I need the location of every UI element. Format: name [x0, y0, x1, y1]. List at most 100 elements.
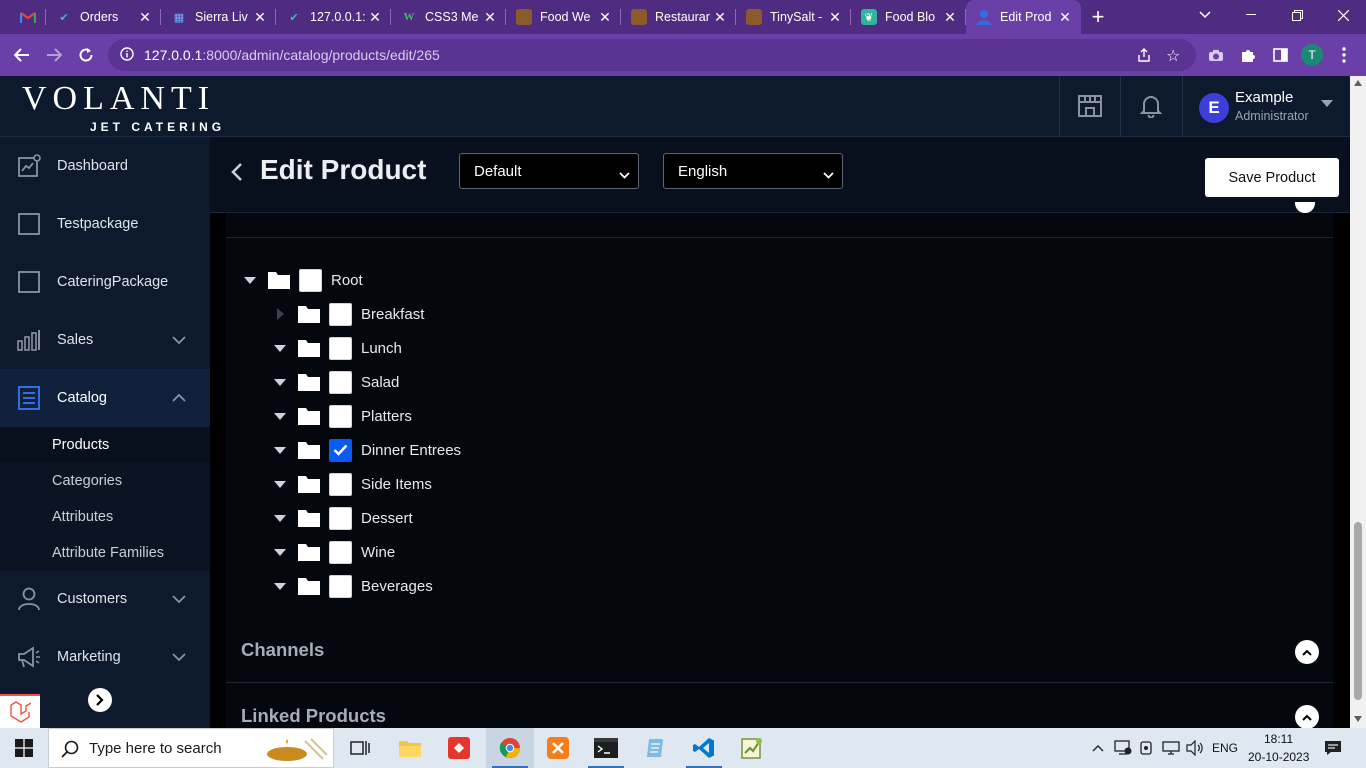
- close-tab-icon[interactable]: ✕: [252, 9, 268, 26]
- save-product-button[interactable]: Save Product: [1205, 158, 1339, 197]
- category-checkbox[interactable]: [329, 574, 352, 598]
- close-tab-icon[interactable]: ✕: [597, 9, 613, 26]
- caret-down-icon[interactable]: [270, 576, 290, 596]
- caret-down-icon[interactable]: [270, 508, 290, 528]
- terminal-icon[interactable]: [582, 728, 630, 768]
- extensions-puzzle-icon[interactable]: [1236, 43, 1260, 67]
- close-tab-icon[interactable]: ✕: [482, 9, 498, 26]
- category-checkbox[interactable]: [299, 268, 322, 292]
- sidebar-item-sales[interactable]: Sales: [0, 311, 210, 369]
- file-explorer-icon[interactable]: [386, 728, 434, 768]
- brand-logo[interactable]: VOLANTI JET CATERING: [22, 82, 221, 135]
- category-checkbox[interactable]: [329, 472, 352, 496]
- chevron-up-icon[interactable]: [1295, 705, 1319, 728]
- category-checkbox-checked[interactable]: [329, 438, 352, 462]
- collapsed-panel-toggle-icon[interactable]: [1295, 202, 1315, 213]
- scroll-up-icon[interactable]: [1354, 80, 1362, 86]
- category-checkbox[interactable]: [329, 404, 352, 428]
- close-tab-icon[interactable]: ✕: [712, 9, 728, 26]
- meet-now-icon[interactable]: [1136, 728, 1158, 768]
- channels-panel-header[interactable]: Channels: [226, 619, 1333, 683]
- xampp-icon[interactable]: [534, 728, 582, 768]
- site-info-icon[interactable]: [120, 46, 134, 64]
- tab-food-web[interactable]: Food We ✕: [506, 0, 621, 34]
- caret-right-icon[interactable]: [270, 304, 290, 324]
- tab-orders[interactable]: ✔ Orders ✕: [46, 0, 161, 34]
- forward-icon[interactable]: [38, 39, 70, 71]
- caret-down-icon[interactable]: [270, 474, 290, 494]
- notepad-plus-icon[interactable]: [728, 728, 776, 768]
- anydesk-icon[interactable]: [435, 728, 483, 768]
- close-tab-icon[interactable]: ✕: [137, 9, 153, 26]
- close-tab-icon[interactable]: ✕: [942, 9, 958, 26]
- notification-bell-icon[interactable]: [1120, 76, 1180, 136]
- chevron-up-icon[interactable]: [1088, 728, 1108, 768]
- input-language[interactable]: ENG: [1212, 741, 1238, 755]
- notifications-icon[interactable]: [1318, 728, 1348, 768]
- clock-time[interactable]: 18:11: [1264, 732, 1293, 746]
- sidebar-item-cateringpackage[interactable]: CateringPackage: [0, 253, 210, 311]
- reload-icon[interactable]: [70, 39, 102, 71]
- tab-localhost[interactable]: ✔ 127.0.0.1: ✕: [276, 0, 391, 34]
- tab-sierra[interactable]: ▦ Sierra Liv ✕: [161, 0, 276, 34]
- clock-date[interactable]: 20-10-2023: [1248, 750, 1309, 764]
- sidebar-subitem-products[interactable]: Products: [0, 427, 210, 463]
- scrollbar-thumb[interactable]: [1354, 522, 1362, 700]
- close-tab-icon[interactable]: ✕: [1057, 9, 1073, 26]
- share-icon[interactable]: [1136, 47, 1152, 66]
- caret-down-icon[interactable]: [240, 270, 260, 290]
- sidebar-item-catalog[interactable]: Catalog: [0, 369, 210, 427]
- scroll-down-icon[interactable]: [1354, 716, 1362, 722]
- caret-down-icon[interactable]: [270, 542, 290, 562]
- restore-button[interactable]: [1274, 0, 1320, 30]
- task-view-icon[interactable]: [336, 728, 384, 768]
- sidebar-item-testpackage[interactable]: Testpackage: [0, 195, 210, 253]
- notepad-icon[interactable]: [632, 728, 680, 768]
- tab-gmail[interactable]: [0, 0, 46, 34]
- camera-extension-icon[interactable]: [1204, 43, 1228, 67]
- windows-start-icon[interactable]: [0, 728, 48, 768]
- tab-css3[interactable]: W CSS3 Me ✕: [391, 0, 506, 34]
- caret-down-icon[interactable]: [270, 338, 290, 358]
- chrome-menu-icon[interactable]: [1332, 43, 1356, 67]
- close-tab-icon[interactable]: ✕: [367, 9, 383, 26]
- caret-down-icon[interactable]: [270, 440, 290, 460]
- linked-products-panel-header[interactable]: Linked Products: [226, 685, 1333, 728]
- category-checkbox[interactable]: [329, 336, 352, 360]
- close-tab-icon[interactable]: ✕: [827, 9, 843, 26]
- ethernet-icon[interactable]: [1160, 728, 1182, 768]
- sidebar-item-dashboard[interactable]: Dashboard: [0, 137, 210, 195]
- chevron-up-icon[interactable]: [1295, 640, 1319, 664]
- close-window-button[interactable]: [1320, 0, 1366, 30]
- locale-select[interactable]: English: [663, 153, 843, 189]
- tab-edit-product[interactable]: Edit Prod ✕: [966, 0, 1081, 34]
- sidebar-subitem-categories[interactable]: Categories: [0, 463, 210, 499]
- bookmark-star-icon[interactable]: ☆: [1166, 46, 1180, 66]
- category-checkbox[interactable]: [329, 302, 352, 326]
- sidebar-collapse-button[interactable]: [88, 688, 112, 712]
- sidebar-subitem-attribute-families[interactable]: Attribute Families: [0, 535, 210, 571]
- sidebar-subitem-attributes[interactable]: Attributes: [0, 499, 210, 535]
- address-bar[interactable]: 127.0.0.1:8000/admin/catalog/products/ed…: [108, 39, 1196, 71]
- sidebar-item-customers[interactable]: Customers: [0, 570, 210, 628]
- vscode-icon[interactable]: [680, 728, 728, 768]
- storefront-icon[interactable]: [1059, 76, 1119, 136]
- user-menu[interactable]: E Example Administrator: [1182, 76, 1350, 136]
- side-panel-icon[interactable]: [1268, 43, 1292, 67]
- category-checkbox[interactable]: [329, 540, 352, 564]
- category-checkbox[interactable]: [329, 506, 352, 530]
- chrome-icon[interactable]: [486, 728, 534, 768]
- page-scrollbar[interactable]: [1350, 76, 1366, 728]
- profile-avatar[interactable]: T: [1300, 43, 1324, 67]
- channel-select[interactable]: Default: [459, 153, 639, 189]
- volume-icon[interactable]: [1184, 728, 1206, 768]
- tab-tinysalt[interactable]: TinySalt - ✕: [736, 0, 851, 34]
- minimize-button[interactable]: [1228, 0, 1274, 30]
- caret-down-icon[interactable]: [270, 406, 290, 426]
- taskbar-search[interactable]: Type here to search: [48, 728, 334, 768]
- tab-food-blog[interactable]: ❦ Food Blo ✕: [851, 0, 966, 34]
- sidebar-item-marketing[interactable]: Marketing: [0, 628, 210, 686]
- category-checkbox[interactable]: [329, 370, 352, 394]
- caret-down-icon[interactable]: [270, 372, 290, 392]
- back-arrow-icon[interactable]: [228, 161, 246, 183]
